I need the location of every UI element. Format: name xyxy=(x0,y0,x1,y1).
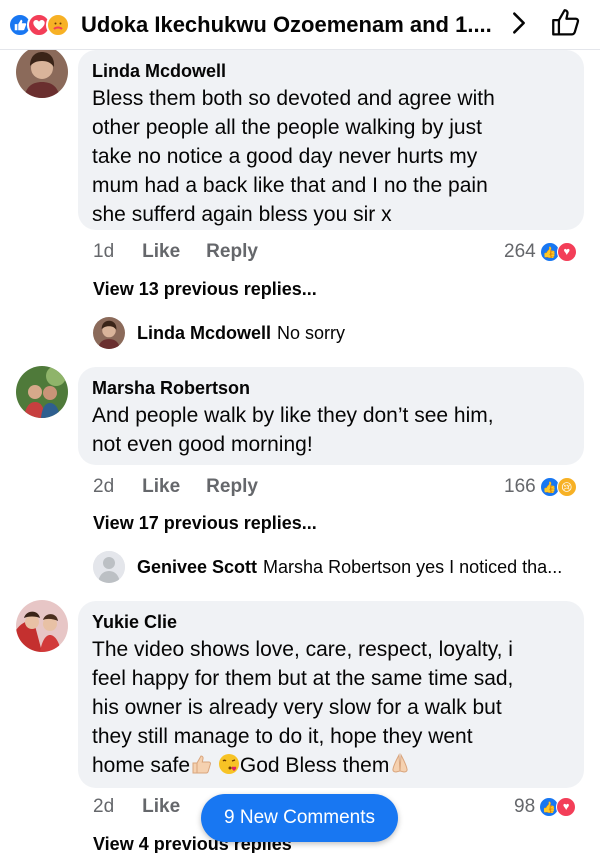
reaction-summary[interactable]: 166 👍 😢 xyxy=(504,476,577,498)
comment-author[interactable]: Yukie Clie xyxy=(92,611,568,633)
like-button[interactable]: Like xyxy=(142,241,180,263)
latest-reply[interactable]: Genivee Scott Marsha Robertson yes I not… xyxy=(93,551,562,583)
avatar[interactable] xyxy=(16,366,68,418)
view-previous-replies[interactable]: View 13 previous replies... xyxy=(93,279,317,300)
post-header: Udoka Ikechukwu Ozoemenam and 1.... xyxy=(0,0,600,50)
love-reaction-icon: ♥ xyxy=(556,797,577,817)
comment-text: The video shows love, care, respect, loy… xyxy=(92,635,568,780)
reaction-count: 166 xyxy=(504,476,536,497)
reply-author[interactable]: Genivee Scott xyxy=(137,557,257,578)
comment-line: mum had a back like that and I no the pa… xyxy=(92,174,488,197)
comment-bubble: Yukie Clie The video shows love, care, r… xyxy=(78,601,584,788)
header-reactions[interactable] xyxy=(8,12,70,37)
comment-author[interactable]: Marsha Robertson xyxy=(92,377,568,399)
reaction-summary[interactable]: 264 👍 ♥ xyxy=(504,241,577,263)
avatar xyxy=(93,551,125,583)
thumbs-up-emoji-icon xyxy=(190,753,212,775)
comment-line: home safe God Bless them xyxy=(92,751,568,780)
avatar[interactable] xyxy=(16,600,68,652)
reaction-count: 98 xyxy=(514,796,536,817)
comment-line: take no notice a good day never hurts my xyxy=(92,145,478,168)
post-title[interactable]: Udoka Ikechukwu Ozoemenam and 1.... xyxy=(81,12,493,38)
love-reaction-icon: ♥ xyxy=(556,242,577,262)
avatar[interactable] xyxy=(16,46,68,98)
reaction-count: 264 xyxy=(504,241,536,262)
avatar xyxy=(93,317,125,349)
comment-line: feel happy for them but at the same time… xyxy=(92,667,514,690)
comment-bubble: Marsha Robertson And people walk by like… xyxy=(78,367,584,465)
comment-line: And people walk by like they don’t see h… xyxy=(92,404,494,427)
comment-time[interactable]: 2d xyxy=(93,796,114,818)
like-thumb-icon[interactable] xyxy=(549,6,583,40)
comment-time[interactable]: 2d xyxy=(93,476,114,498)
comment-line: The video shows love, care, respect, loy… xyxy=(92,638,513,661)
reply-button[interactable]: Reply xyxy=(206,476,258,498)
kissing-face-emoji-icon xyxy=(218,753,240,775)
comment-actions: 1d Like Reply xyxy=(93,241,284,263)
like-button[interactable]: Like xyxy=(142,476,180,498)
view-previous-replies[interactable]: View 17 previous replies... xyxy=(93,513,317,534)
comment-line-part: home safe xyxy=(92,754,191,777)
praying-hands-emoji-icon xyxy=(389,753,411,775)
comment-line: not even good morning! xyxy=(92,433,313,456)
comment-line: Bless them both so devoted and agree wit… xyxy=(92,87,495,110)
comment-line-part: God Bless them xyxy=(239,754,390,777)
chevron-right-icon[interactable] xyxy=(505,9,533,37)
reply-author[interactable]: Linda Mcdowell xyxy=(137,323,271,344)
reply-button[interactable]: Reply xyxy=(206,241,258,263)
comment-actions: 2d Like Reply xyxy=(93,476,284,498)
reply-text: Marsha Robertson yes I noticed tha... xyxy=(263,556,563,577)
comment-text: And people walk by like they don’t see h… xyxy=(92,401,568,459)
new-comments-button[interactable]: 9 New Comments xyxy=(201,794,398,842)
like-button[interactable]: Like xyxy=(142,796,180,818)
comment-actions: 2d Like xyxy=(93,796,206,818)
comment-line: other people all the people walking by j… xyxy=(92,116,482,139)
reply-text: No sorry xyxy=(277,322,346,343)
comment-time[interactable]: 1d xyxy=(93,241,114,263)
comment-line: his owner is already very slow for a wal… xyxy=(92,696,502,719)
latest-reply[interactable]: Linda Mcdowell No sorry xyxy=(93,317,345,349)
comment-line: they still manage to do it, hope they we… xyxy=(92,725,473,748)
comment-text: Bless them both so devoted and agree wit… xyxy=(92,84,568,229)
care-reaction-icon xyxy=(46,12,70,37)
sad-reaction-icon: 😢 xyxy=(556,477,577,497)
comment-bubble: Linda Mcdowell Bless them both so devote… xyxy=(78,50,584,230)
reaction-summary[interactable]: 98 👍 ♥ xyxy=(514,796,577,818)
comment-line: she sufferd again bless you sir x xyxy=(92,203,392,226)
comment-author[interactable]: Linda Mcdowell xyxy=(92,60,568,82)
